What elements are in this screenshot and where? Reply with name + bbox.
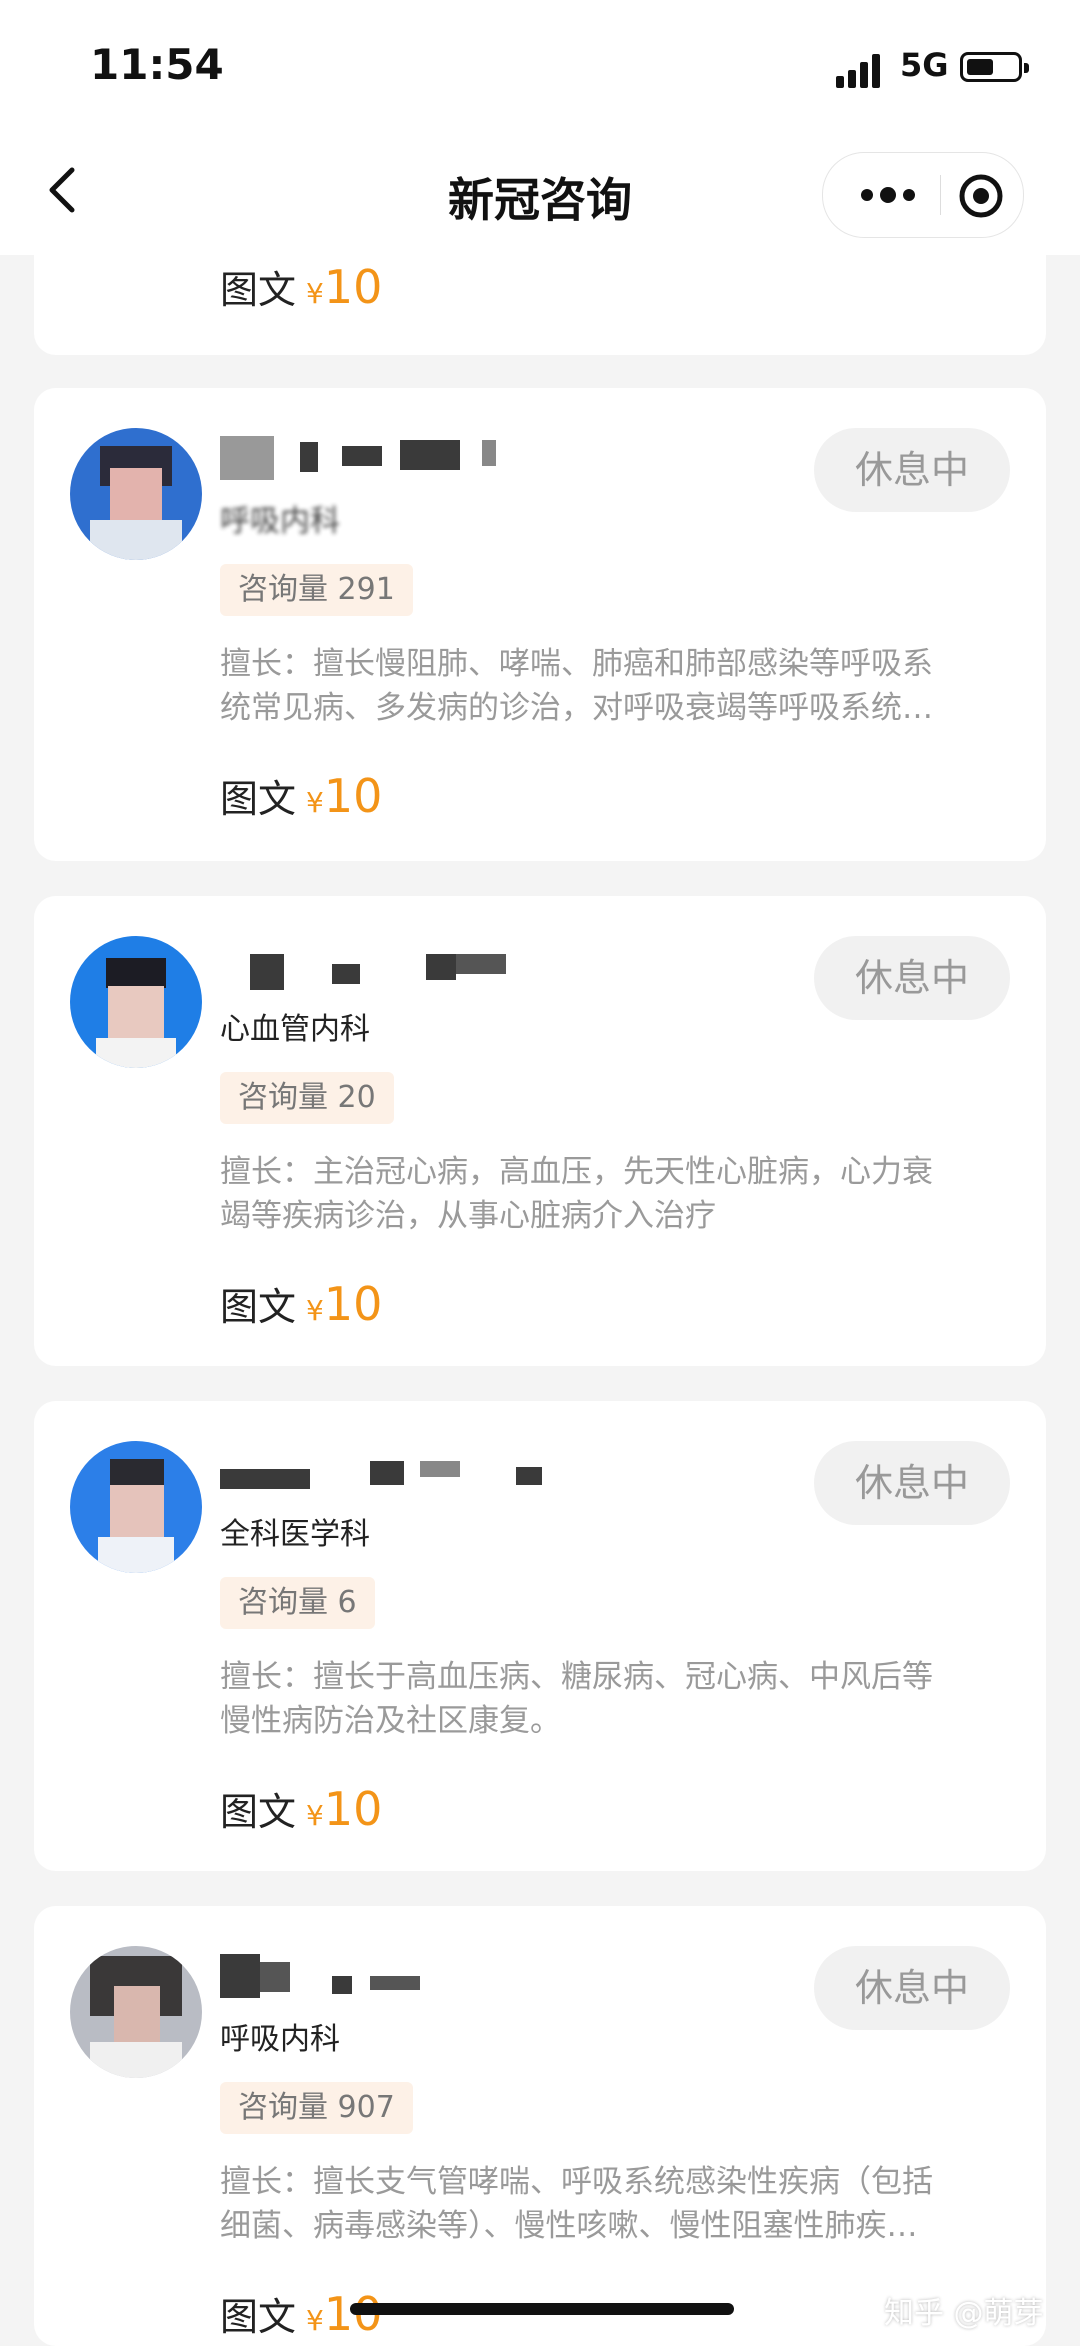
close-target-icon[interactable]: [958, 173, 1004, 219]
price-value: 10: [323, 260, 383, 314]
price-type: 图文: [220, 1790, 297, 1834]
currency-symbol: ¥: [306, 277, 324, 310]
price-type: 图文: [220, 1285, 297, 1329]
doctor-specialty: 擅长：主治冠心病，高血压，先天性心脏病，心力衰 竭等疾病诊治，从事心脏病介入治疗: [220, 1150, 1020, 1238]
specialty-line: 慢性病防治及社区康复。: [220, 1703, 561, 1739]
capsule-divider: [940, 175, 941, 215]
signal-icon: [836, 52, 886, 88]
consult-count-badge: 咨询量 291: [220, 564, 413, 616]
battery-icon: [960, 52, 1029, 82]
department: 心血管内科: [220, 1012, 370, 1047]
specialty-line: 竭等疾病诊治，从事心脏病介入治疗: [220, 1198, 716, 1234]
doctor-avatar: [70, 936, 202, 1068]
consult-count-badge: 咨询量 6: [220, 1577, 375, 1629]
price-row: 图文 ¥10: [220, 1276, 382, 1331]
mini-program-capsule: [822, 152, 1024, 238]
doctor-name-redacted: [220, 1954, 560, 1998]
specialty-line: 擅长：擅长于高血压病、糖尿病、冠心病、中风后等: [220, 1659, 933, 1695]
price-value: 10: [323, 1277, 383, 1331]
nav-bar: 新冠咨询: [0, 130, 1080, 255]
doctor-avatar: [70, 1946, 202, 2078]
price-type: 图文: [220, 268, 297, 312]
currency-symbol: ¥: [306, 2304, 324, 2337]
home-indicator[interactable]: [350, 2303, 734, 2315]
status-badge[interactable]: 休息中: [814, 428, 1010, 512]
price-value: 10: [323, 769, 383, 823]
status-badge[interactable]: 休息中: [814, 936, 1010, 1020]
doctor-card[interactable]: 全科医学科 休息中 咨询量 6 擅长：擅长于高血压病、糖尿病、冠心病、中风后等 …: [34, 1401, 1046, 1871]
doctor-name-redacted: [220, 1449, 560, 1493]
doctor-avatar: [70, 1441, 202, 1573]
status-time: 11:54: [90, 40, 224, 89]
price-type: 图文: [220, 777, 297, 821]
currency-symbol: ¥: [306, 1799, 324, 1832]
price-row: 图文 ¥10: [220, 768, 382, 823]
doctor-card[interactable]: 心血管内科 休息中 咨询量 20 擅长：主治冠心病，高血压，先天性心脏病，心力衰…: [34, 896, 1046, 1366]
watermark: 知乎 @萌芽: [884, 2296, 1044, 2331]
currency-symbol: ¥: [306, 1294, 324, 1327]
consult-count-badge: 咨询量 907: [220, 2082, 413, 2134]
status-bar: 11:54 5G: [0, 0, 1080, 130]
department: 呼吸内科: [220, 2022, 340, 2057]
specialty-line: 擅长：擅长慢阻肺、哮喘、肺癌和肺部感染等呼吸系: [220, 646, 933, 682]
specialty-line: 擅长：主治冠心病，高血压，先天性心脏病，心力衰: [220, 1154, 933, 1190]
status-badge[interactable]: 休息中: [814, 1946, 1010, 2030]
doctor-card[interactable]: 呼吸内科 休息中 咨询量 291 擅长：擅长慢阻肺、哮喘、肺癌和肺部感染等呼吸系…: [34, 388, 1046, 861]
doctor-card-partial[interactable]: 图文 ¥10: [34, 255, 1046, 355]
price-type: 图文: [220, 2295, 297, 2339]
doctor-name-redacted: [220, 944, 560, 990]
doctor-name-redacted: [220, 436, 560, 480]
specialty-line: 细菌、病毒感染等）、慢性咳嗽、慢性阻塞性肺疾…: [220, 2208, 918, 2244]
doctor-specialty: 擅长：擅长于高血压病、糖尿病、冠心病、中风后等 慢性病防治及社区康复。: [220, 1655, 1020, 1743]
more-icon[interactable]: [853, 179, 923, 211]
price-value: 10: [323, 1782, 383, 1836]
status-badge[interactable]: 休息中: [814, 1441, 1010, 1525]
specialty-line: 统常见病、多发病的诊治，对呼吸衰竭等呼吸系统…: [220, 690, 933, 726]
department: 呼吸内科: [220, 504, 340, 539]
price-row: 图文 ¥10: [220, 259, 382, 314]
currency-symbol: ¥: [306, 786, 324, 819]
department: 全科医学科: [220, 1517, 370, 1552]
network-label: 5G: [900, 46, 949, 84]
price-row: 图文 ¥10: [220, 1781, 382, 1836]
doctor-card[interactable]: 呼吸内科 休息中 咨询量 907 擅长：擅长支气管哮喘、呼吸系统感染性疾病（包括…: [34, 1906, 1046, 2346]
consult-count-badge: 咨询量 20: [220, 1072, 394, 1124]
doctor-specialty: 擅长：擅长支气管哮喘、呼吸系统感染性疾病（包括 细菌、病毒感染等）、慢性咳嗽、慢…: [220, 2160, 1020, 2248]
doctor-specialty: 擅长：擅长慢阻肺、哮喘、肺癌和肺部感染等呼吸系 统常见病、多发病的诊治，对呼吸衰…: [220, 642, 1020, 730]
specialty-line: 擅长：擅长支气管哮喘、呼吸系统感染性疾病（包括: [220, 2164, 933, 2200]
doctor-avatar: [70, 428, 202, 560]
